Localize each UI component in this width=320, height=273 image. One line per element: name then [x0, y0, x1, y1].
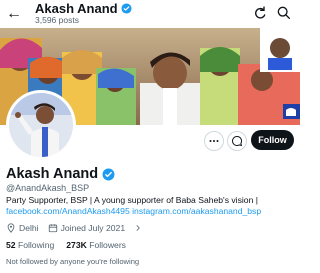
followers-stat[interactable]: 273K Followers [66, 240, 126, 250]
message-button[interactable] [227, 131, 247, 151]
profile-stats: 52 Following 273K Followers [6, 240, 138, 250]
instagram-link[interactable]: instagram.com/aakashanand_bsp [132, 206, 261, 216]
verified-badge-icon [121, 3, 132, 14]
profile-name: Akash Anand [6, 166, 99, 182]
followers-label: Followers [89, 240, 126, 250]
bio-text: Party Supporter, BSP | A young supporter… [6, 195, 258, 205]
facebook-link[interactable]: facebook.com/AnandAkash4495 [6, 206, 130, 216]
location-item: Delhi [6, 223, 39, 233]
profile-meta: Delhi Joined July 2021 [6, 223, 151, 233]
more-icon [209, 140, 219, 142]
followers-count: 273K [66, 240, 87, 250]
joined-details-chevron[interactable] [134, 224, 142, 232]
followed-by-note: Not followed by anyone you're following [6, 257, 140, 266]
joined-item: Joined July 2021 [48, 223, 126, 233]
follow-button[interactable]: Follow [251, 130, 294, 150]
avatar [9, 93, 73, 157]
location-text: Delhi [19, 223, 39, 233]
following-label: Following [17, 240, 55, 250]
avatar-photo [9, 93, 73, 157]
header-title: Akash Anand [35, 1, 132, 16]
profile-bio: Party Supporter, BSP | A young supporter… [6, 195, 296, 217]
following-count: 52 [6, 240, 16, 250]
refresh-icon[interactable] [252, 5, 268, 21]
more-options-button[interactable] [204, 131, 224, 151]
bio-links: facebook.com/AnandAkash4495 instagram.co… [6, 206, 296, 217]
profile-header-bar: ← Akash Anand 3,596 posts [0, 0, 300, 28]
joined-text: Joined July 2021 [60, 223, 126, 233]
calendar-icon [48, 224, 57, 233]
profile-avatar-frame[interactable] [6, 90, 76, 160]
verified-badge-icon [102, 168, 115, 180]
following-stat[interactable]: 52 Following [6, 240, 54, 250]
location-pin-icon [7, 223, 15, 233]
chevron-right-icon [136, 225, 140, 231]
profile-name-row: Akash Anand [6, 166, 115, 182]
search-icon[interactable] [276, 5, 292, 21]
header-post-count: 3,596 posts [35, 15, 79, 25]
header-name: Akash Anand [35, 1, 118, 16]
back-arrow-icon[interactable]: ← [4, 4, 24, 24]
message-icon [232, 135, 242, 146]
profile-handle: @AnandAkash_BSP [6, 183, 90, 193]
